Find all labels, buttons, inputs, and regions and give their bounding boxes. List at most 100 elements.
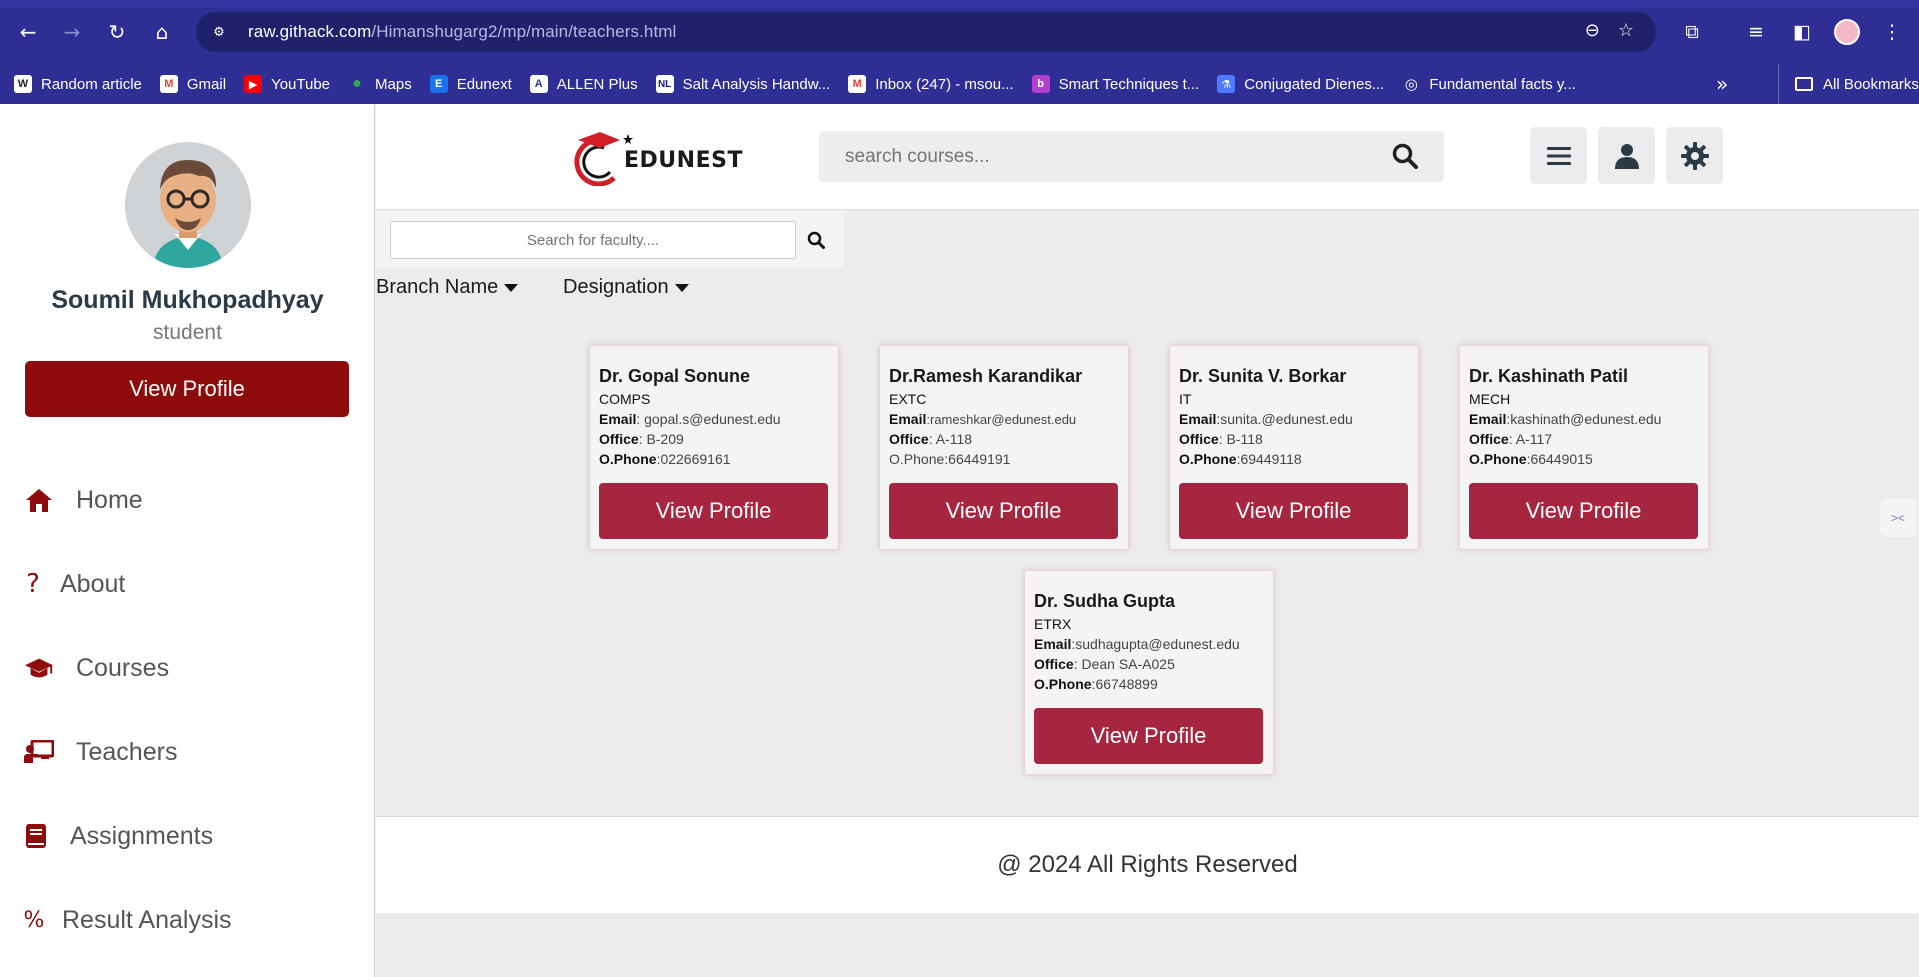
branch-name-filter[interactable]: Branch Name	[376, 276, 519, 299]
home-browser-icon[interactable]: ⌂	[146, 16, 178, 48]
user-name: Soumil Mukhopadhyay	[51, 286, 324, 314]
gear-icon	[1680, 141, 1709, 170]
more-bookmarks-icon[interactable]: »	[1716, 64, 1728, 104]
gmail-icon: M	[159, 75, 178, 93]
faculty-search-input[interactable]	[390, 221, 796, 259]
wikipedia-icon: W	[14, 75, 32, 93]
faculty-branch: COMPS	[599, 391, 651, 407]
designation-filter[interactable]: Designation	[563, 276, 689, 299]
sidebar-item-label: Result Analysis	[62, 905, 232, 934]
hamburger-icon	[1546, 146, 1571, 165]
search-icon[interactable]	[1392, 143, 1418, 174]
user-icon	[1614, 143, 1639, 169]
footer-text: @ 2024 All Rights Reserved	[997, 851, 1298, 878]
all-bookmarks-button[interactable]: All Bookmarks	[1778, 64, 1919, 104]
bookmarks-bar: W Random article M Gmail ▶ YouTube ● Maps EE…	[0, 64, 1919, 104]
caret-down-icon	[504, 283, 519, 292]
view-profile-button[interactable]: View Profile	[1179, 483, 1408, 539]
menu-dots-icon[interactable]: ⋮	[1876, 16, 1908, 48]
view-profile-button[interactable]: View Profile	[25, 361, 349, 417]
faculty-branch: MECH	[1469, 391, 1511, 407]
flask-icon: ⚗	[1217, 75, 1236, 93]
sidebar-item-teachers[interactable]: Teachers	[24, 737, 177, 767]
percent-icon: %	[23, 907, 45, 933]
view-profile-button[interactable]: View Profile	[889, 483, 1118, 539]
settings-button[interactable]	[1666, 127, 1723, 184]
side-panel-icon[interactable]: ◧	[1786, 16, 1818, 48]
profile-avatar[interactable]	[1834, 19, 1860, 45]
bookmark-item[interactable]: ◎ Fundamental facts y...	[1402, 75, 1576, 94]
site-info-icon[interactable]: ⚙	[206, 19, 232, 45]
view-profile-button[interactable]: View Profile	[1469, 483, 1698, 539]
url-text[interactable]: raw.githack.com/Himanshugarg2/mp/main/te…	[248, 22, 676, 42]
site-header: EDUNEST	[376, 104, 1919, 210]
footer: @ 2024 All Rights Reserved	[376, 816, 1919, 913]
edunext-icon: E	[429, 75, 448, 93]
view-profile-button[interactable]: View Profile	[599, 483, 828, 539]
caret-down-icon	[674, 283, 689, 292]
faculty-phone: O.Phone:022669161	[599, 451, 731, 467]
bookmark-item[interactable]: A ALLEN Plus	[529, 75, 638, 93]
faculty-name: Dr. Gopal Sonune	[599, 366, 751, 386]
folder-icon	[1795, 77, 1813, 91]
media-queue-icon[interactable]: ≡	[1740, 16, 1772, 48]
faculty-office: Office: B-118	[1179, 431, 1263, 447]
book-icon	[24, 821, 48, 851]
edunest-logo[interactable]: EDUNEST	[574, 128, 742, 186]
sidebar-item-label: Courses	[76, 653, 170, 682]
sidebar-item-result-analysis[interactable]: % Result Analysis	[24, 905, 232, 935]
faculty-branch: IT	[1179, 391, 1192, 407]
logo-text: EDUNEST	[624, 148, 743, 173]
sidebar-item-label: Teachers	[76, 737, 178, 766]
faculty-branch: ETRX	[1034, 616, 1072, 632]
sidebar-item-courses[interactable]: Courses	[24, 653, 169, 683]
sidebar-item-label: Assignments	[70, 821, 214, 850]
view-profile-button[interactable]: View Profile	[1034, 708, 1263, 764]
maps-icon: ●	[352, 75, 362, 92]
bookmark-item[interactable]: ▶ YouTube	[244, 75, 330, 93]
course-search-input[interactable]	[845, 145, 1365, 168]
gmail-icon: M	[848, 75, 867, 93]
avatar	[125, 142, 251, 268]
sidebar-item-home[interactable]: Home	[24, 485, 143, 515]
faculty-name: Dr.Ramesh Karandikar	[889, 366, 1083, 386]
sidebar-item-label: Home	[76, 485, 143, 514]
user-role: student	[153, 321, 222, 344]
bookmark-item[interactable]: ⚗ Conjugated Dienes...	[1217, 75, 1384, 93]
hamburger-menu-button[interactable]	[1530, 127, 1587, 184]
sidebar-item-label: About	[60, 569, 126, 598]
faculty-email: Email:kashinath@edunest.edu	[1469, 411, 1662, 427]
zoom-icon[interactable]: ⊖	[1585, 20, 1600, 41]
bookmark-item[interactable]: b Smart Techniques t...	[1031, 75, 1199, 93]
faculty-email: Email:rameshkar@edunest.edu	[889, 411, 1077, 427]
faculty-card: Dr.Ramesh Karandikar EXTC Email:rameshka…	[879, 345, 1129, 550]
faculty-phone: O.Phone:66748899	[1034, 676, 1158, 692]
reload-icon[interactable]: ↻	[101, 16, 133, 48]
faculty-card: Dr. Sudha Gupta ETRX Email:sudhagupta@ed…	[1024, 570, 1274, 775]
address-bar[interactable]: ⚙ raw.githack.com/Himanshugarg2/mp/main/…	[196, 12, 1656, 52]
faculty-search-icon[interactable]	[804, 228, 828, 252]
forward-arrow-icon[interactable]: →	[56, 16, 88, 48]
teacher-icon	[24, 737, 54, 767]
sidebar-item-assignments[interactable]: Assignments	[24, 821, 213, 851]
graduation-cap-icon	[24, 653, 54, 683]
faculty-phone: O.Phone:69449118	[1179, 451, 1302, 467]
filter-label: Designation	[563, 276, 669, 298]
faculty-office: Office: A-118	[889, 431, 973, 447]
faculty-email: Email: gopal.s@edunest.edu	[599, 411, 781, 427]
bookmark-item[interactable]: NL Salt Analysis Handw...	[655, 75, 830, 93]
bookmark-item[interactable]: M Gmail	[159, 75, 226, 93]
user-account-button[interactable]	[1598, 127, 1655, 184]
doc-icon: b	[1031, 75, 1050, 93]
course-search-bar[interactable]	[819, 131, 1444, 182]
sidebar-item-about[interactable]: ? About	[24, 569, 125, 599]
bookmark-item[interactable]: M Inbox (247) - msou...	[848, 75, 1014, 93]
floating-side-tab[interactable]: ><	[1880, 499, 1916, 537]
extensions-icon[interactable]: ⧉	[1676, 16, 1708, 48]
bookmark-item[interactable]: W Random article	[14, 75, 142, 93]
bookmark-item[interactable]: ● Maps	[348, 75, 412, 93]
bookmark-item[interactable]: E Edunext	[429, 75, 512, 93]
bookmark-star-icon[interactable]: ☆	[1618, 20, 1634, 41]
faculty-name: Dr. Kashinath Patil	[1469, 366, 1629, 386]
back-arrow-icon[interactable]: ←	[12, 16, 44, 48]
